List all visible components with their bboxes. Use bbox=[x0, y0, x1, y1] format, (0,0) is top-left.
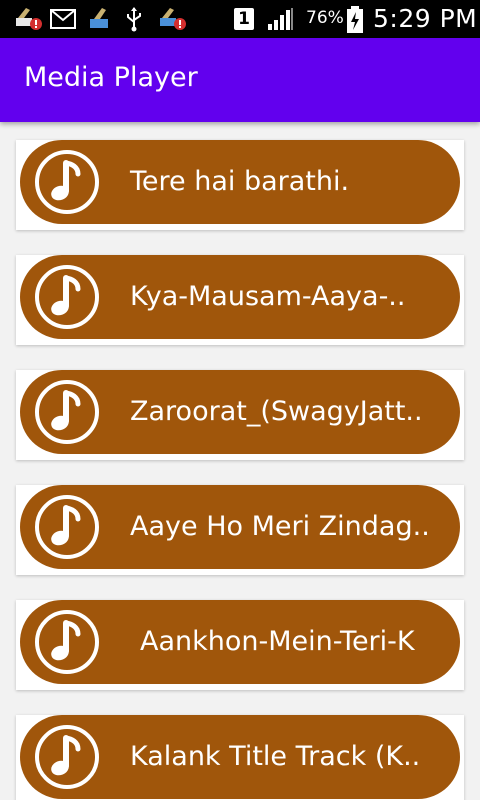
cleaner-icon bbox=[90, 8, 108, 28]
signal-icon bbox=[268, 8, 293, 30]
song-item[interactable]: Tere hai barathi. bbox=[20, 140, 460, 224]
music-note-icon bbox=[35, 495, 99, 559]
song-title: Aankhon-Mein-Teri-K bbox=[140, 626, 415, 657]
song-item[interactable]: Aaye Ho Meri Zindag.. bbox=[20, 485, 460, 569]
song-list[interactable]: Tere hai barathi. Kya-Mausam-Aaya-.. Zar… bbox=[0, 122, 480, 800]
app-title: Media Player bbox=[24, 62, 198, 93]
list-item: Kya-Mausam-Aaya-.. bbox=[16, 255, 464, 345]
list-item: Kalank Title Track (K.. bbox=[16, 715, 464, 800]
list-item: Aankhon-Mein-Teri-K bbox=[16, 600, 464, 690]
song-item[interactable]: Aankhon-Mein-Teri-K bbox=[20, 600, 460, 684]
usb-icon bbox=[127, 7, 141, 32]
list-item: Zaroorat_(SwagyJatt.. bbox=[16, 370, 464, 460]
song-item[interactable]: Kya-Mausam-Aaya-.. bbox=[20, 255, 460, 339]
song-title: Zaroorat_(SwagyJatt.. bbox=[130, 396, 423, 427]
status-bar: 1 76% 5:29 PM bbox=[0, 0, 480, 38]
song-title: Kalank Title Track (K.. bbox=[130, 741, 421, 772]
sim-slot-label: 1 bbox=[238, 9, 250, 29]
list-item: Aaye Ho Meri Zindag.. bbox=[16, 485, 464, 575]
battery-percent: 76% bbox=[306, 8, 344, 28]
sim-1-icon: 1 bbox=[234, 8, 254, 30]
song-title: Kya-Mausam-Aaya-.. bbox=[130, 281, 406, 312]
music-note-icon bbox=[35, 380, 99, 444]
mail-icon bbox=[50, 9, 76, 29]
cleaner-alert-icon bbox=[160, 8, 186, 30]
list-item: Tere hai barathi. bbox=[16, 140, 464, 230]
status-clock: 5:29 PM bbox=[373, 4, 478, 33]
app-bar: Media Player bbox=[0, 38, 480, 122]
song-item[interactable]: Kalank Title Track (K.. bbox=[20, 715, 460, 799]
music-note-icon bbox=[35, 725, 99, 789]
music-note-icon bbox=[35, 610, 99, 674]
song-title: Tere hai barathi. bbox=[130, 166, 350, 197]
song-item[interactable]: Zaroorat_(SwagyJatt.. bbox=[20, 370, 460, 454]
battery-charging-icon bbox=[347, 6, 363, 33]
song-title: Aaye Ho Meri Zindag.. bbox=[130, 511, 430, 542]
music-note-icon bbox=[35, 150, 99, 214]
cleaner-alert-icon bbox=[16, 8, 42, 30]
music-note-icon bbox=[35, 265, 99, 329]
